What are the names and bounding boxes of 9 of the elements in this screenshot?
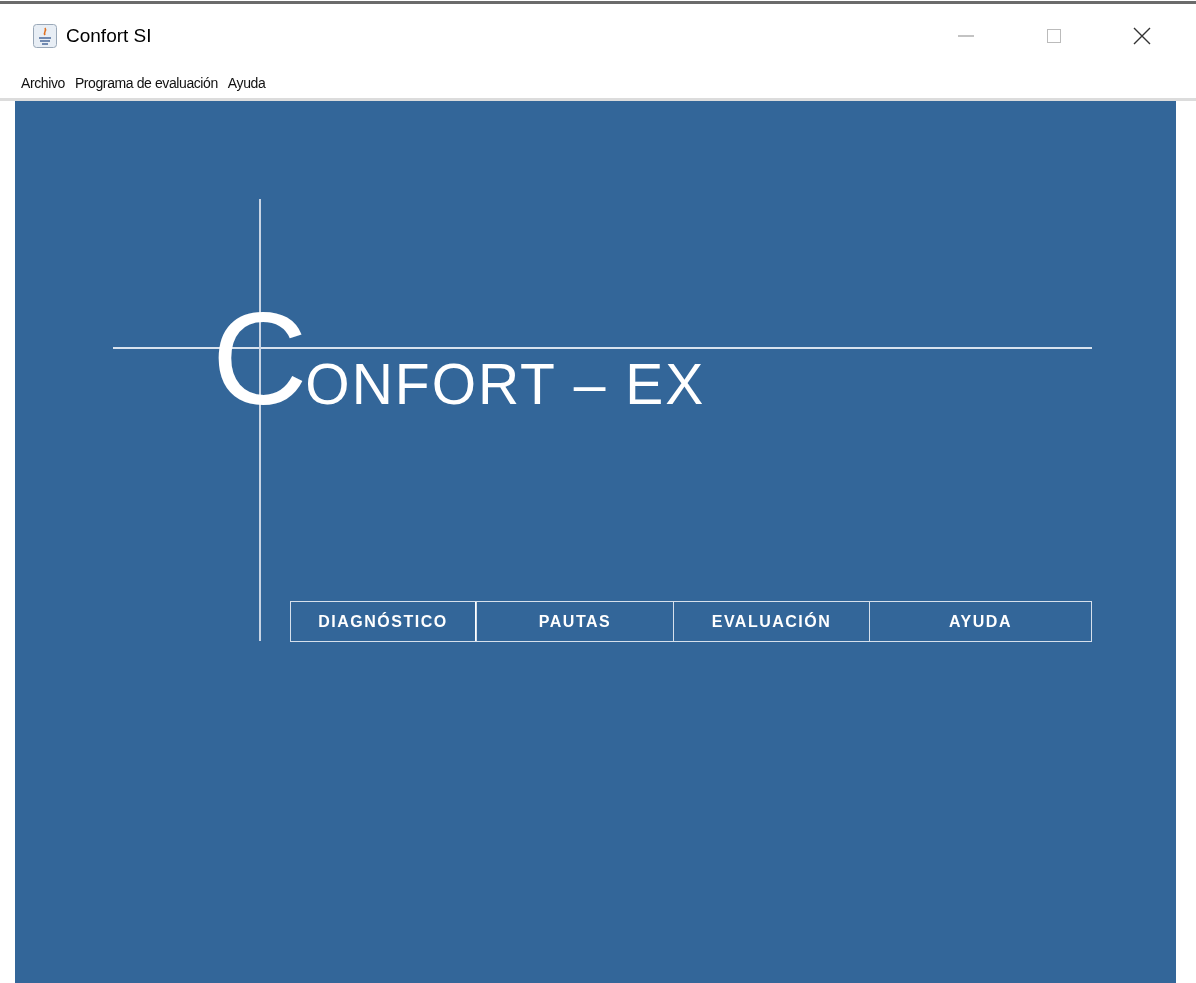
close-icon [1133, 27, 1151, 45]
maximize-icon [1047, 29, 1061, 43]
logo-text: ONFORT – EX [305, 356, 706, 413]
minimize-icon [958, 35, 974, 37]
menu-item[interactable]: Programa de evaluación [73, 75, 219, 91]
window-title: Confort SI [66, 25, 152, 47]
menu-item[interactable]: Ayuda [226, 75, 267, 91]
menu-item[interactable]: Archivo [20, 75, 66, 91]
app-icon [33, 24, 57, 48]
